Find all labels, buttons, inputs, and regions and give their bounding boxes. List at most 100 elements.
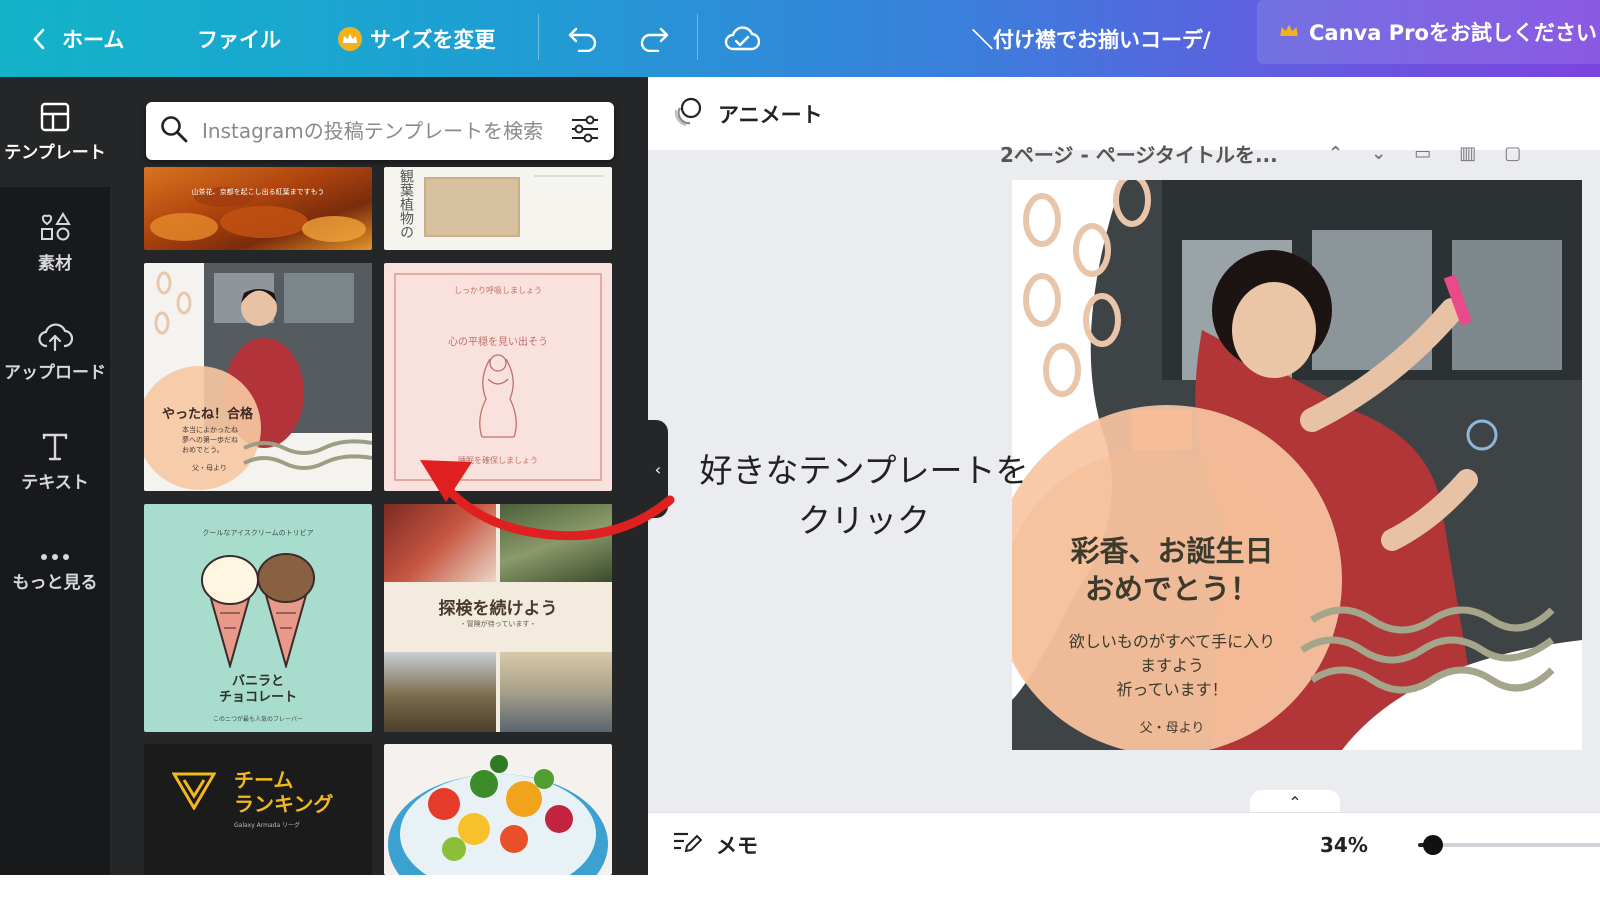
design-title[interactable]: ＼付け襟でお揃いコーデ/ bbox=[972, 0, 1211, 77]
instruction-line1: 好きなテンプレートを bbox=[699, 451, 1029, 490]
template-thumbnail-icecream[interactable]: クールなアイスクリームのトリビア バニラと チョコレート このニつが最も人気のフ… bbox=[144, 504, 372, 732]
resize-button[interactable]: サイズを変更 bbox=[338, 0, 495, 77]
notes-pencil-icon bbox=[672, 829, 716, 860]
design-message-line2: ますよう bbox=[1139, 656, 1204, 675]
team-logo-icon bbox=[172, 772, 216, 810]
resize-label: サイズを変更 bbox=[370, 27, 496, 52]
page-header: 2ページ - ページタイトルを... ⌃ ⌄ ▭ ▥ ▢ bbox=[1000, 140, 1570, 167]
chevron-up-icon[interactable]: ⌃ bbox=[1328, 143, 1343, 164]
chevron-left-icon bbox=[32, 28, 46, 50]
template-title: チーム ランキング bbox=[234, 768, 333, 816]
template-thumbnail-plants[interactable]: 観葉植物の bbox=[384, 167, 612, 250]
show-pages-toggle[interactable]: ⌃ bbox=[1250, 790, 1340, 814]
template-layout-icon bbox=[40, 102, 70, 132]
template-top-text: クールなアイスクリームのトリビア bbox=[202, 529, 314, 537]
sidebar-item-label: テキスト bbox=[21, 472, 89, 493]
redo-button[interactable] bbox=[638, 0, 670, 77]
template-bottom-text: このニつが最も人気のフレーバー bbox=[213, 716, 303, 723]
chevron-up-icon: ⌃ bbox=[1288, 792, 1302, 812]
trash-icon[interactable]: ▥ bbox=[1459, 143, 1476, 164]
cloud-check-icon bbox=[724, 25, 760, 53]
design-message[interactable]: 欲しいものがすべて手に入り ますよう 祈っています！ bbox=[1012, 630, 1332, 702]
template-thumbnail-team-ranking[interactable]: チーム ランキング Galaxy Armada リーグ bbox=[144, 744, 372, 875]
template-thumbnail-congrats[interactable]: やったね！合格 本当によかったね 夢への第一歩だね おめでとう。 父・母より bbox=[144, 263, 372, 491]
page-title[interactable]: 2ページ - ページタイトルを... bbox=[1000, 140, 1300, 167]
divider bbox=[538, 14, 539, 60]
design-title-line1: 彩香、お誕生日 bbox=[1070, 534, 1274, 568]
chevron-down-icon[interactable]: ⌄ bbox=[1371, 143, 1386, 164]
design-message-line3: 祈っています！ bbox=[1116, 680, 1228, 699]
template-title-line1: チーム bbox=[234, 768, 294, 792]
template-image bbox=[424, 177, 520, 237]
salad-image bbox=[388, 755, 608, 875]
zoom-label: 34% bbox=[1320, 832, 1368, 857]
zoom-slider-knob[interactable] bbox=[1423, 835, 1443, 855]
home-label: ホーム bbox=[62, 27, 125, 52]
design-title-text: ＼付け襟でお揃いコーデ/ bbox=[972, 27, 1211, 52]
sidebar-item-label: 素材 bbox=[38, 253, 72, 274]
filter-sliders-icon[interactable] bbox=[570, 115, 600, 147]
decoration bbox=[534, 175, 604, 177]
duplicate-page-icon[interactable]: ▭ bbox=[1414, 143, 1431, 164]
try-canva-pro-button[interactable]: Canva Proをお試しください bbox=[1257, 0, 1600, 64]
instruction-annotation: 好きなテンプレートを クリック bbox=[684, 446, 1044, 546]
zoom-level[interactable]: 34% bbox=[1320, 813, 1368, 876]
bottom-bar: メモ 34% bbox=[648, 812, 1600, 875]
sidebar-item-label: テンプレート bbox=[4, 142, 106, 163]
template-search-box[interactable] bbox=[146, 102, 614, 160]
woman-line-art bbox=[479, 354, 517, 438]
zoom-slider[interactable] bbox=[1418, 835, 1600, 855]
template-image bbox=[384, 652, 496, 732]
home-button[interactable]: ホーム bbox=[32, 0, 124, 77]
design-message-line1: 欲しいものがすべて手に入り bbox=[1068, 632, 1276, 651]
ice-cream-cones bbox=[201, 553, 315, 668]
redo-icon bbox=[638, 26, 670, 52]
search-icon bbox=[160, 115, 188, 147]
sidebar-item-uploads[interactable]: アップロード bbox=[0, 297, 110, 407]
sidebar-item-templates[interactable]: テンプレート bbox=[0, 77, 110, 187]
design-title[interactable]: 彩香、お誕生日 おめでとう！ bbox=[1012, 532, 1332, 608]
template-title-line2: チョコレート bbox=[218, 690, 297, 705]
add-page-icon[interactable]: ▢ bbox=[1504, 143, 1521, 164]
animate-label: アニメート bbox=[718, 102, 823, 127]
undo-button[interactable] bbox=[567, 0, 599, 77]
file-label: ファイル bbox=[197, 27, 281, 52]
cloud-upload-icon bbox=[37, 322, 73, 352]
template-image bbox=[500, 652, 612, 732]
template-title: 探検を続けよう bbox=[438, 599, 558, 619]
template-title: やったね！合格 bbox=[162, 407, 254, 422]
search-input[interactable] bbox=[202, 119, 570, 143]
template-text: 観葉植物の bbox=[398, 169, 414, 239]
animate-button[interactable]: アニメート bbox=[672, 96, 823, 131]
undo-icon bbox=[567, 26, 599, 52]
animate-circles-icon bbox=[672, 96, 718, 131]
design-canvas[interactable]: 彩香、お誕生日 おめでとう！ 欲しいものがすべて手に入り ますよう 祈っています… bbox=[1012, 180, 1582, 750]
template-thumbnail-salad[interactable] bbox=[384, 744, 612, 875]
design-sign[interactable]: 父・母より bbox=[1012, 717, 1332, 736]
template-title: バニラと チョコレート bbox=[144, 674, 372, 706]
top-bar: ホーム ファイル サイズを変更 ＼付け襟でお揃いコーデ/ Canva Proをお… bbox=[0, 0, 1600, 77]
memo-button[interactable]: メモ bbox=[672, 813, 758, 876]
template-title-line1: バニラと bbox=[231, 674, 284, 689]
sidebar-item-elements[interactable]: 素材 bbox=[0, 187, 110, 297]
crown-icon bbox=[338, 26, 362, 51]
instruction-line2: クリック bbox=[798, 501, 930, 540]
template-thumbnail-autumn[interactable]: 山茶花、京都を起こし出る紅葉まですもう bbox=[144, 167, 372, 250]
sidebar-item-text[interactable]: テキスト bbox=[0, 407, 110, 517]
sidebar-item-label: もっと見る bbox=[12, 572, 98, 593]
save-status-button[interactable] bbox=[724, 0, 760, 77]
crown-icon bbox=[1279, 20, 1299, 44]
template-sub: ・冒険が待っています・ bbox=[459, 620, 537, 628]
template-arc-text: 心の平穏を見い出そう bbox=[448, 337, 548, 348]
sidebar-item-more[interactable]: もっと見る bbox=[0, 517, 110, 627]
template-body: 本当によかったね 夢への第一歩だね おめでとう。 bbox=[182, 426, 238, 454]
shapes-icon bbox=[39, 211, 71, 243]
template-title-line2: ランキング bbox=[234, 792, 334, 816]
template-top-text: しっかり呼吸しましょう bbox=[454, 286, 542, 295]
file-menu-button[interactable]: ファイル bbox=[197, 0, 281, 77]
template-text: 山茶花、京都を起こし出る紅葉まですもう bbox=[191, 188, 325, 196]
template-sub: Galaxy Armada リーグ bbox=[234, 822, 301, 829]
template-sign: 父・母より bbox=[192, 464, 227, 472]
sidebar-item-label: アップロード bbox=[4, 362, 106, 383]
more-dots-icon bbox=[40, 552, 70, 562]
